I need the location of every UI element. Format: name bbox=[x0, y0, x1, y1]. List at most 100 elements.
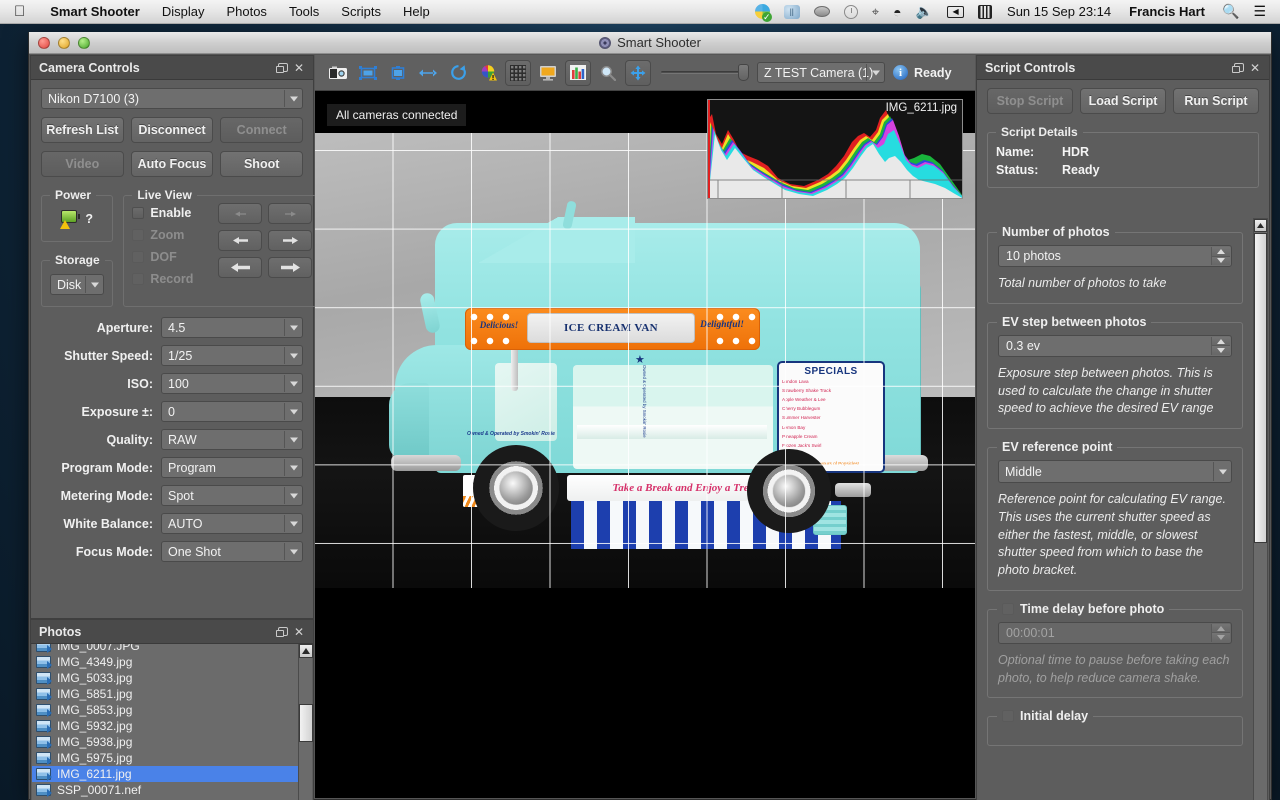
script-scrollbar[interactable] bbox=[1253, 218, 1268, 800]
live-view-zoom-row[interactable]: Zoom bbox=[132, 224, 210, 246]
time-delay-label-row[interactable]: Time delay before photo bbox=[997, 601, 1170, 616]
scrollbar-thumb[interactable] bbox=[299, 704, 313, 742]
window-titlebar[interactable]: Smart Shooter bbox=[29, 32, 1271, 54]
sync-icon[interactable] bbox=[748, 4, 777, 22]
zoom-button[interactable] bbox=[78, 36, 90, 49]
zoom-checkbox[interactable] bbox=[132, 229, 145, 241]
spinner-down-icon[interactable] bbox=[1212, 632, 1230, 642]
list-item[interactable]: IMG_5932.jpg bbox=[32, 718, 298, 734]
menu-item-display[interactable]: Display bbox=[151, 0, 216, 24]
dof-checkbox[interactable] bbox=[132, 251, 145, 263]
initial-delay-label-row[interactable]: Initial delay bbox=[997, 709, 1094, 724]
photos-list[interactable]: IMG_0007.JPG IMG_4349.jpg IMG_5033.jpg I… bbox=[32, 644, 298, 800]
arrow-left-icon[interactable] bbox=[218, 257, 263, 278]
notification-list-icon[interactable]: ☰ bbox=[1246, 3, 1272, 20]
arrow-right-icon[interactable] bbox=[268, 230, 313, 251]
close-icon[interactable]: ✕ bbox=[291, 624, 307, 640]
time-delay-spinbox[interactable]: 00:00:01 bbox=[998, 621, 1232, 644]
search-icon[interactable]: 🔍 bbox=[1215, 3, 1246, 20]
toolbar-camera-select[interactable]: Z TEST Camera (1) bbox=[757, 62, 885, 83]
list-item[interactable]: IMG_5938.jpg bbox=[32, 734, 298, 750]
color-warning-icon[interactable] bbox=[473, 59, 503, 87]
shoot-button[interactable]: Shoot bbox=[220, 151, 304, 177]
scroll-up-icon[interactable] bbox=[299, 644, 313, 658]
load-script-button[interactable]: Load Script bbox=[1080, 88, 1166, 114]
list-item[interactable]: IMG_5033.jpg bbox=[32, 670, 298, 686]
minimize-button[interactable] bbox=[58, 36, 70, 49]
live-view-record-row[interactable]: Record bbox=[132, 268, 210, 290]
menu-item-photos[interactable]: Photos bbox=[215, 0, 277, 24]
scroll-up-icon[interactable] bbox=[1254, 219, 1267, 232]
bluetooth-icon[interactable]: ⌖ bbox=[865, 4, 886, 20]
spinner-up-icon[interactable] bbox=[1212, 623, 1230, 633]
menu-clock[interactable]: Sun 15 Sep 23:14 bbox=[999, 4, 1119, 19]
menu-item-app[interactable]: Smart Shooter bbox=[39, 0, 151, 24]
menu-item-tools[interactable]: Tools bbox=[278, 0, 330, 24]
histogram-icon[interactable] bbox=[565, 59, 591, 86]
list-item[interactable]: IMG_4349.jpg bbox=[32, 654, 298, 670]
info-icon[interactable]: i bbox=[893, 65, 908, 80]
storage-select[interactable]: Disk bbox=[50, 274, 105, 295]
undock-icon[interactable] bbox=[275, 60, 291, 76]
stop-script-button[interactable]: Stop Script bbox=[987, 88, 1073, 114]
close-button[interactable] bbox=[38, 36, 50, 49]
program-mode-select[interactable]: Program bbox=[161, 457, 303, 478]
spinner-down-icon[interactable] bbox=[1212, 345, 1230, 355]
refresh-list-button[interactable]: Refresh List bbox=[41, 117, 124, 143]
photos-scrollbar[interactable] bbox=[298, 644, 313, 800]
arrow-left-icon[interactable] bbox=[218, 203, 263, 224]
timemachine-icon[interactable] bbox=[837, 4, 865, 19]
fullscreen-preview-icon[interactable] bbox=[533, 59, 563, 87]
scrollbar-thumb[interactable] bbox=[1254, 233, 1267, 543]
focus-mode-select[interactable]: One Shot bbox=[161, 541, 303, 562]
ev-step-spinbox[interactable]: 0.3 ev bbox=[998, 334, 1232, 357]
video-button[interactable]: Video bbox=[41, 151, 124, 177]
white-balance-select[interactable]: AUTO bbox=[161, 513, 303, 534]
script-options-scroll-area[interactable]: Number of photos 10 photos Total number … bbox=[977, 218, 1253, 800]
arrow-right-icon[interactable] bbox=[268, 257, 313, 278]
quality-select[interactable]: RAW bbox=[161, 429, 303, 450]
live-view-enable-row[interactable]: Enable bbox=[132, 202, 210, 224]
time-delay-checkbox[interactable] bbox=[1002, 602, 1014, 615]
undock-icon[interactable] bbox=[1231, 60, 1247, 76]
keyboard-viewer-icon[interactable] bbox=[971, 4, 999, 19]
list-item[interactable]: IMG_5975.jpg bbox=[32, 750, 298, 766]
spinner-down-icon[interactable] bbox=[1212, 255, 1230, 265]
record-checkbox[interactable] bbox=[132, 273, 145, 285]
spinner-up-icon[interactable] bbox=[1212, 247, 1230, 256]
wifi-icon[interactable]: ◓ bbox=[886, 4, 908, 20]
close-icon[interactable]: ✕ bbox=[291, 60, 307, 76]
rotate-icon[interactable] bbox=[443, 59, 473, 87]
fit-width-icon[interactable] bbox=[353, 59, 383, 87]
spinner-up-icon[interactable] bbox=[1212, 336, 1230, 346]
ev-reference-point-select[interactable]: Middle bbox=[998, 460, 1232, 483]
number-of-photos-spinbox[interactable]: 10 photos bbox=[998, 245, 1232, 267]
menu-item-help[interactable]: Help bbox=[392, 0, 441, 24]
volume-icon[interactable]: 🔈 bbox=[909, 3, 940, 20]
grid-overlay-icon[interactable] bbox=[505, 59, 531, 86]
arrow-left-icon[interactable] bbox=[218, 230, 263, 251]
arrow-right-icon[interactable] bbox=[268, 203, 313, 224]
list-item-selected[interactable]: IMG_6211.jpg bbox=[32, 766, 298, 782]
list-item[interactable]: SSP_00071.nef bbox=[32, 782, 298, 798]
zoom-icon[interactable] bbox=[593, 59, 623, 87]
camera-select[interactable]: Nikon D7100 (3) bbox=[41, 88, 303, 109]
menu-item-scripts[interactable]: Scripts bbox=[330, 0, 392, 24]
iso-select[interactable]: 100 bbox=[161, 373, 303, 394]
image-viewport[interactable]: All cameras connected Delicious! ICE CRE… bbox=[315, 91, 975, 798]
run-script-button[interactable]: Run Script bbox=[1173, 88, 1259, 114]
undock-icon[interactable] bbox=[275, 624, 291, 640]
list-item[interactable]: IMG_5851.jpg bbox=[32, 686, 298, 702]
apple-logo-icon[interactable]:  bbox=[14, 4, 25, 19]
eject-icon[interactable] bbox=[807, 6, 837, 17]
list-item[interactable]: IMG_0007.JPG bbox=[32, 644, 298, 654]
pan-icon[interactable] bbox=[625, 59, 651, 86]
zoom-slider-knob[interactable] bbox=[738, 64, 749, 81]
shutter-speed-select[interactable]: 1/25 bbox=[161, 345, 303, 366]
exposure-select[interactable]: 0 bbox=[161, 401, 303, 422]
metering-mode-select[interactable]: Spot bbox=[161, 485, 303, 506]
disconnect-button[interactable]: Disconnect bbox=[130, 117, 214, 143]
enable-checkbox[interactable] bbox=[132, 207, 145, 219]
dropbox-icon[interactable] bbox=[777, 4, 807, 19]
camera-icon[interactable] bbox=[323, 59, 353, 87]
